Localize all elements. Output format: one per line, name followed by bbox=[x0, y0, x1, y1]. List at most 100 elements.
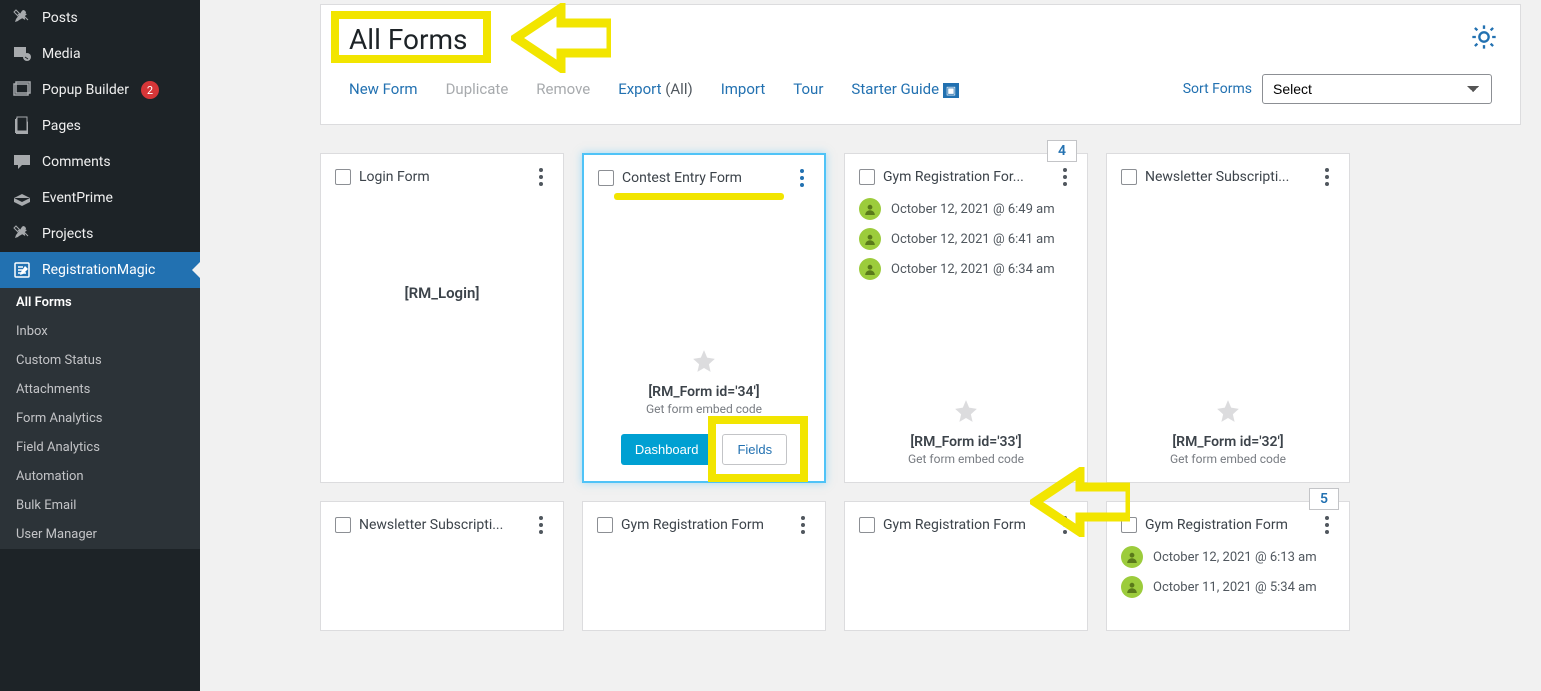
remove-link[interactable]: Remove bbox=[536, 80, 590, 98]
more-options-icon[interactable] bbox=[795, 516, 811, 534]
embed-code-link[interactable]: Get form embed code bbox=[908, 452, 1024, 466]
entry-row[interactable]: October 12, 2021 @ 6:41 am bbox=[859, 228, 1073, 250]
form-checkbox[interactable] bbox=[597, 517, 613, 533]
sidebar-item-label: Media bbox=[42, 46, 81, 62]
entry-timestamp: October 11, 2021 @ 5:34 am bbox=[1153, 580, 1317, 595]
form-checkbox[interactable] bbox=[1121, 169, 1137, 185]
star-icon[interactable] bbox=[953, 398, 979, 428]
sidebar-item-comments[interactable]: Comments bbox=[0, 144, 200, 180]
shortcode: [RM_Login] bbox=[335, 284, 549, 302]
sidebar-item-eventprime[interactable]: EventPrime bbox=[0, 180, 200, 216]
entry-row[interactable]: October 11, 2021 @ 5:34 am bbox=[1121, 576, 1335, 598]
tour-link[interactable]: Tour bbox=[793, 80, 823, 98]
more-options-icon[interactable] bbox=[1057, 516, 1073, 534]
form-card: 5Gym Registration FormOctober 12, 2021 @… bbox=[1106, 501, 1350, 631]
submenu-field-analytics[interactable]: Field Analytics bbox=[0, 433, 200, 462]
page-header-panel: All Forms New Form Duplicate Remove Expo… bbox=[320, 4, 1521, 125]
dashboard-button[interactable]: Dashboard bbox=[621, 434, 713, 465]
fields-button[interactable]: Fields bbox=[722, 434, 787, 465]
forms-grid: Login Form [RM_Login] Contest Entry Form [R… bbox=[320, 153, 1521, 631]
form-title: Gym Registration Form bbox=[621, 517, 787, 533]
user-avatar-icon bbox=[859, 228, 881, 250]
more-options-icon[interactable] bbox=[794, 169, 810, 187]
import-link[interactable]: Import bbox=[721, 80, 766, 98]
sort-select[interactable]: Select bbox=[1262, 74, 1492, 104]
form-icon bbox=[12, 260, 32, 280]
form-card: 4Gym Registration For...October 12, 2021… bbox=[844, 153, 1088, 483]
media-icon bbox=[12, 44, 32, 64]
more-options-icon[interactable] bbox=[1057, 168, 1073, 186]
form-card: Newsletter Subscripti... [RM_Form id='32'… bbox=[1106, 153, 1350, 483]
more-options-icon[interactable] bbox=[533, 168, 549, 186]
comment-icon bbox=[12, 152, 32, 172]
popup-icon bbox=[12, 80, 32, 100]
sidebar-item-label: Popup Builder bbox=[42, 82, 129, 98]
sidebar-item-label: Posts bbox=[42, 10, 78, 26]
form-checkbox[interactable] bbox=[1121, 517, 1137, 533]
embed-code-link[interactable]: Get form embed code bbox=[646, 402, 762, 416]
entry-timestamp: October 12, 2021 @ 6:41 am bbox=[891, 232, 1055, 247]
sidebar-item-media[interactable]: Media bbox=[0, 36, 200, 72]
form-card: Gym Registration Form bbox=[844, 501, 1088, 631]
submenu-attachments[interactable]: Attachments bbox=[0, 375, 200, 404]
form-title: Gym Registration For... bbox=[883, 169, 1049, 185]
shortcode: [RM_Form id='34'] bbox=[648, 384, 759, 400]
form-checkbox[interactable] bbox=[335, 517, 351, 533]
submenu-form-analytics[interactable]: Form Analytics bbox=[0, 404, 200, 433]
form-title: Gym Registration Form bbox=[883, 517, 1049, 533]
submenu-automation[interactable]: Automation bbox=[0, 462, 200, 491]
main-content: All Forms New Form Duplicate Remove Expo… bbox=[200, 0, 1541, 691]
form-card: Login Form [RM_Login] bbox=[320, 153, 564, 483]
badge-count: 2 bbox=[141, 81, 159, 99]
entry-row[interactable]: October 12, 2021 @ 6:13 am bbox=[1121, 546, 1335, 568]
user-avatar-icon bbox=[1121, 576, 1143, 598]
page-icon bbox=[12, 116, 32, 136]
sidebar-item-posts[interactable]: Posts bbox=[0, 0, 200, 36]
form-title: Login Form bbox=[359, 169, 525, 185]
entry-count-badge: 4 bbox=[1047, 140, 1077, 162]
more-options-icon[interactable] bbox=[1319, 516, 1335, 534]
sidebar-item-popup-builder[interactable]: Popup Builder 2 bbox=[0, 72, 200, 108]
duplicate-link[interactable]: Duplicate bbox=[446, 80, 509, 98]
sidebar-item-registrationmagic[interactable]: RegistrationMagic bbox=[0, 252, 200, 288]
sort-label: Sort Forms bbox=[1183, 81, 1252, 97]
settings-gear-icon[interactable] bbox=[1470, 23, 1498, 51]
page-title: All Forms bbox=[349, 23, 1492, 56]
pin-icon bbox=[12, 8, 32, 28]
entry-timestamp: October 12, 2021 @ 6:34 am bbox=[891, 262, 1055, 277]
embed-code-link[interactable]: Get form embed code bbox=[1170, 452, 1286, 466]
user-avatar-icon bbox=[859, 258, 881, 280]
shortcode: [RM_Form id='32'] bbox=[1172, 434, 1283, 450]
form-checkbox[interactable] bbox=[335, 169, 351, 185]
form-card: Contest Entry Form [RM_Form id='34'] Get f… bbox=[582, 153, 826, 483]
star-icon[interactable] bbox=[691, 348, 717, 378]
starter-guide-link[interactable]: Starter Guide ▣ bbox=[851, 80, 959, 98]
new-form-link[interactable]: New Form bbox=[349, 80, 418, 98]
form-title: Gym Registration Form bbox=[1145, 517, 1311, 533]
entry-row[interactable]: October 12, 2021 @ 6:34 am bbox=[859, 258, 1073, 280]
submenu-bulk-email[interactable]: Bulk Email bbox=[0, 491, 200, 520]
toolbar: New Form Duplicate Remove Export (All) I… bbox=[349, 74, 1492, 104]
sidebar-item-label: EventPrime bbox=[42, 190, 113, 206]
sidebar-item-label: Projects bbox=[42, 226, 93, 242]
sidebar-item-pages[interactable]: Pages bbox=[0, 108, 200, 144]
submenu-inbox[interactable]: Inbox bbox=[0, 317, 200, 346]
form-title: Contest Entry Form bbox=[622, 170, 786, 186]
export-link[interactable]: Export (All) bbox=[618, 80, 692, 98]
form-title: Newsletter Subscripti... bbox=[1145, 169, 1311, 185]
shortcode: [RM_Form id='33'] bbox=[910, 434, 1021, 450]
form-checkbox[interactable] bbox=[859, 169, 875, 185]
submenu-all-forms[interactable]: All Forms bbox=[0, 288, 200, 317]
more-options-icon[interactable] bbox=[1319, 168, 1335, 186]
sidebar-item-label: RegistrationMagic bbox=[42, 262, 155, 278]
entry-row[interactable]: October 12, 2021 @ 6:49 am bbox=[859, 198, 1073, 220]
submenu-custom-status[interactable]: Custom Status bbox=[0, 346, 200, 375]
sidebar-item-projects[interactable]: Projects bbox=[0, 216, 200, 252]
more-options-icon[interactable] bbox=[533, 516, 549, 534]
star-icon[interactable] bbox=[1215, 398, 1241, 428]
form-checkbox[interactable] bbox=[859, 517, 875, 533]
user-avatar-icon bbox=[859, 198, 881, 220]
event-icon bbox=[12, 188, 32, 208]
submenu-user-manager[interactable]: User Manager bbox=[0, 520, 200, 549]
form-checkbox[interactable] bbox=[598, 170, 614, 186]
